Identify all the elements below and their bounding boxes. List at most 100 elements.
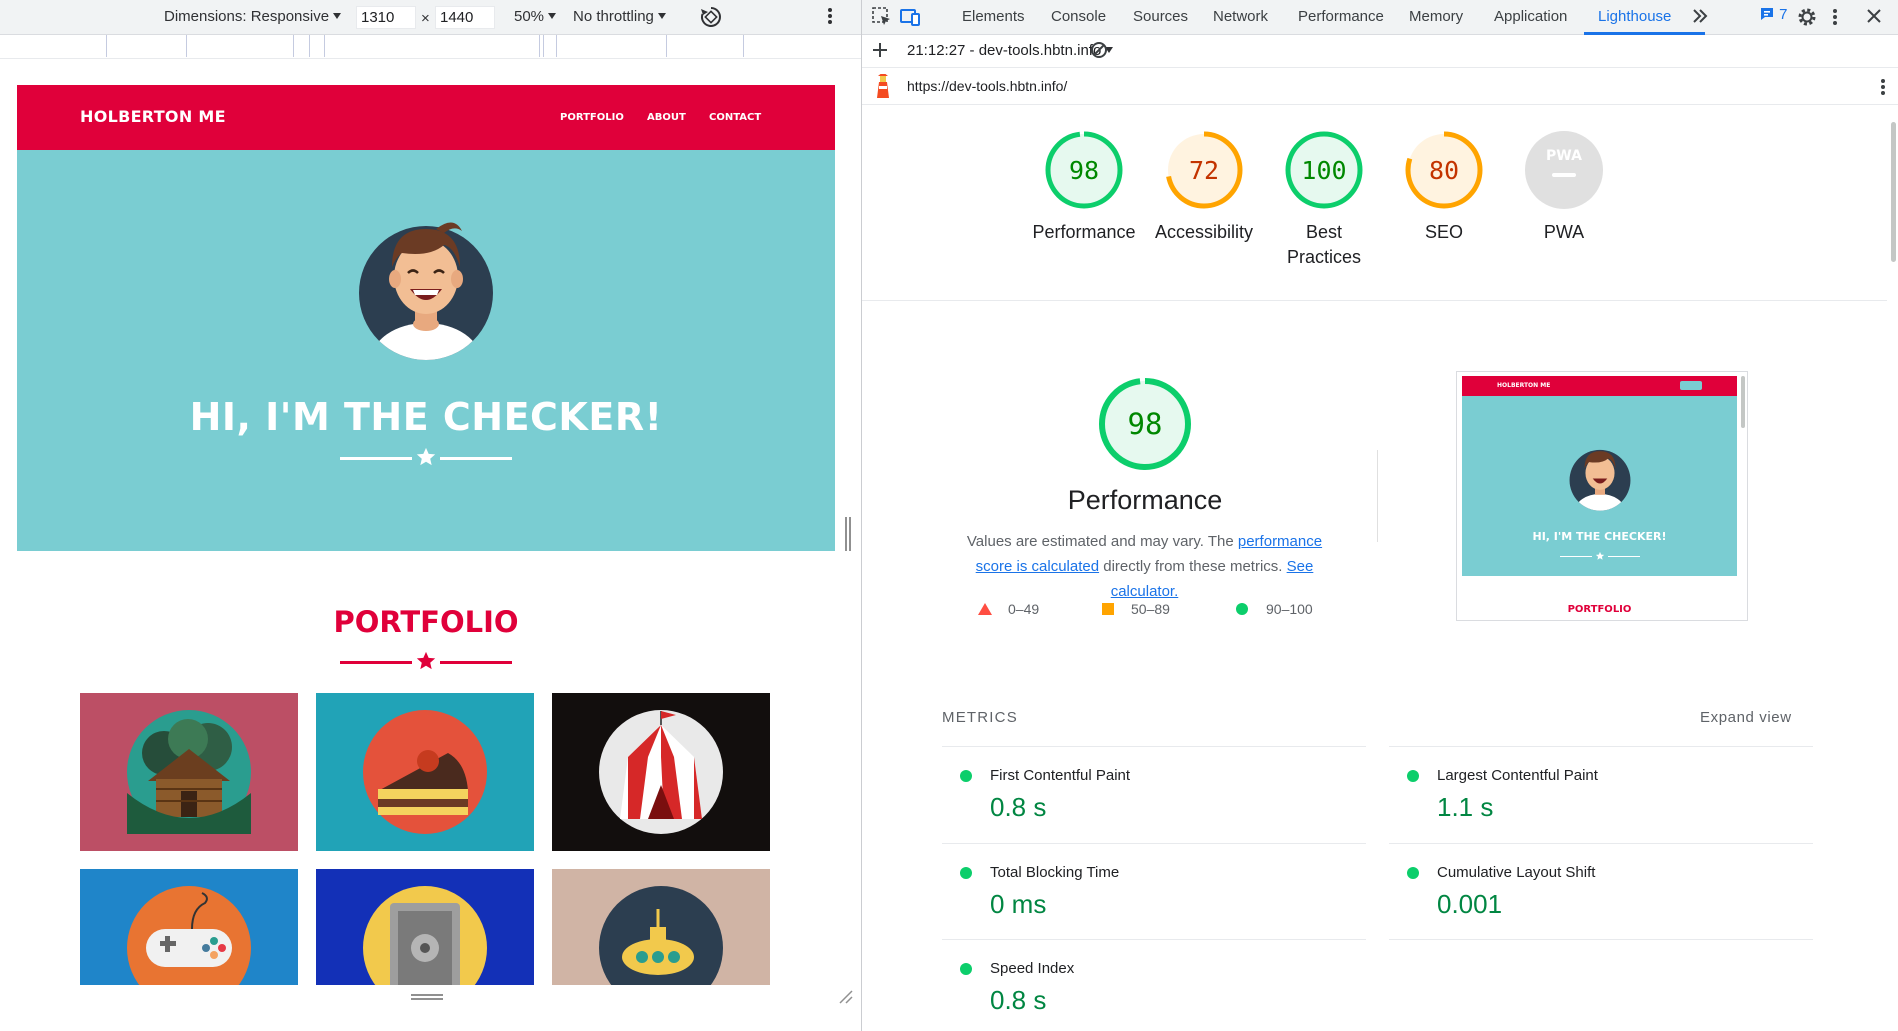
resize-handle-right[interactable]	[845, 517, 847, 551]
legend-pass: 90–100	[1236, 601, 1313, 617]
metric-name: First Contentful Paint	[990, 767, 1131, 784]
rotate-icon[interactable]	[699, 5, 723, 33]
report-url[interactable]: https://dev-tools.hbtn.info/	[907, 78, 1067, 94]
throttling-select[interactable]: No throttling	[573, 8, 666, 25]
legend-fail: 0–49	[978, 601, 1039, 617]
tab-performance[interactable]: Performance	[1298, 8, 1384, 25]
expand-view-toggle[interactable]: Expand view	[1700, 709, 1792, 726]
gauge-pwa[interactable]: PWA PWA	[1504, 130, 1624, 245]
thumb-menu-button	[1680, 381, 1702, 390]
tab-lighthouse[interactable]: Lighthouse	[1598, 8, 1671, 25]
site-header: HOLBERTON ME PORTFOLIO ABOUT CONTACT	[17, 85, 835, 150]
inspect-element-icon[interactable]	[871, 6, 893, 32]
device-toolbar: Dimensions: Responsive × 50% No throttli…	[0, 0, 861, 35]
gauge-performance[interactable]: 98 Performance	[1024, 130, 1144, 245]
metric-value: 0.8 s	[990, 985, 1047, 1015]
issues-icon	[1761, 8, 1773, 20]
divider-line	[440, 661, 512, 664]
times-sign: ×	[421, 10, 430, 27]
divider-line	[440, 457, 512, 460]
circle-icon	[1236, 603, 1248, 615]
portfolio-tile-safe[interactable]	[316, 869, 534, 985]
cabin-icon	[127, 710, 251, 834]
resize-corner-icon[interactable]	[838, 989, 854, 1005]
resize-handle-bottom[interactable]	[411, 994, 443, 996]
tab-network[interactable]: Network	[1213, 8, 1268, 25]
vertical-divider	[1377, 450, 1378, 542]
tab-memory[interactable]: Memory	[1409, 8, 1463, 25]
triangle-icon	[978, 603, 992, 615]
resize-handle-bottom[interactable]	[411, 998, 443, 1000]
report-scrollbar-thumb[interactable]	[1891, 122, 1896, 262]
tab-sources[interactable]: Sources	[1133, 8, 1188, 25]
issues-button[interactable]: 7	[1759, 6, 1788, 23]
report-menu-icon[interactable]	[1880, 77, 1886, 100]
portfolio-tile-submarine[interactable]	[552, 869, 770, 985]
portfolio-tile-circus[interactable]	[552, 693, 770, 851]
tab-console[interactable]: Console	[1051, 8, 1106, 25]
cake-icon	[363, 710, 487, 834]
metric-cumulative-layout-shift: Cumulative Layout Shift 0.001	[1389, 843, 1813, 939]
gauge-value: 80	[1429, 156, 1459, 185]
metric-largest-contentful-paint: Largest Contentful Paint 1.1 s	[1389, 746, 1813, 842]
tab-application[interactable]: Application	[1494, 8, 1567, 25]
pass-indicator-icon	[1407, 867, 1419, 879]
gauge-accessibility[interactable]: 72 Accessibility	[1144, 130, 1264, 245]
divider-line	[340, 457, 412, 460]
customize-menu-icon[interactable]	[1832, 7, 1838, 31]
gauge-seo[interactable]: 80 SEO	[1384, 130, 1504, 245]
thumb-header: HOLBERTON ME	[1462, 376, 1737, 396]
divider-line	[340, 661, 412, 664]
report-select[interactable]: 21:12:27 - dev-tools.hbtn.info	[907, 42, 1114, 59]
circus-tent-icon	[599, 710, 723, 834]
clear-reports-icon[interactable]	[1089, 40, 1109, 64]
chevron-down-icon	[333, 13, 342, 19]
resize-handle-right[interactable]	[849, 517, 851, 551]
pass-indicator-icon	[1407, 770, 1419, 782]
zoom-select[interactable]: 50%	[514, 8, 557, 25]
new-report-icon[interactable]	[870, 40, 890, 64]
dimensions-select[interactable]: Dimensions: Responsive	[164, 8, 342, 25]
portfolio-tile-cabin[interactable]	[80, 693, 298, 851]
site-brand[interactable]: HOLBERTON ME	[80, 107, 226, 126]
tab-elements[interactable]: Elements	[962, 8, 1025, 25]
nav-about[interactable]: ABOUT	[647, 112, 686, 123]
report-url-bar: https://dev-tools.hbtn.info/	[862, 68, 1898, 105]
metric-value: 0.001	[1437, 889, 1503, 919]
portfolio-tile-cake[interactable]	[316, 693, 534, 851]
portfolio-tile-gamepad[interactable]	[80, 869, 298, 985]
performance-description: Values are estimated and may vary. The p…	[966, 533, 1323, 600]
more-options-icon[interactable]	[827, 6, 833, 30]
final-screenshot-thumbnail[interactable]: HOLBERTON ME HI, I'M THE CHECKER! PORTFO…	[1456, 371, 1748, 621]
square-icon	[1102, 603, 1114, 615]
media-query-ruler[interactable]	[0, 35, 861, 59]
section-separator	[862, 300, 1898, 301]
metric-value: 1.1 s	[1437, 792, 1494, 822]
pwa-badge: PWA	[1546, 148, 1582, 164]
nav-portfolio[interactable]: PORTFOLIO	[560, 112, 624, 123]
pass-indicator-icon	[960, 770, 972, 782]
pass-indicator-icon	[960, 867, 972, 879]
width-input[interactable]	[356, 6, 416, 29]
metric-value: 0 ms	[990, 889, 1047, 919]
devtools-tabbar: Elements Console Sources Network Perform…	[862, 0, 1898, 35]
thumb-scrollbar	[1741, 376, 1745, 428]
thumb-hero: HI, I'M THE CHECKER!	[1462, 396, 1737, 576]
performance-title: Performance	[1067, 485, 1223, 515]
screen: Dimensions: Responsive × 50% No throttli…	[0, 0, 1898, 1031]
chevron-down-icon	[548, 13, 557, 19]
metric-name: Total Blocking Time	[990, 864, 1120, 881]
gauge-best-practices[interactable]: 100 Best Practices	[1264, 130, 1384, 270]
metric-name: Cumulative Layout Shift	[1437, 864, 1596, 881]
height-input[interactable]	[435, 6, 495, 29]
chevron-down-icon	[657, 13, 666, 19]
hero-title: HI, I'M THE CHECKER!	[189, 395, 663, 439]
more-tabs-icon[interactable]	[1691, 6, 1709, 30]
gauge-label: Best Practices	[1286, 222, 1362, 267]
nav-contact[interactable]: CONTACT	[709, 112, 761, 123]
lighthouse-logo-icon	[874, 72, 892, 103]
portfolio-heading: PORTFOLIO	[333, 605, 519, 639]
close-devtools-icon[interactable]	[1865, 7, 1883, 29]
settings-gear-icon[interactable]	[1796, 6, 1818, 32]
device-toolbar-icon[interactable]	[899, 6, 921, 32]
